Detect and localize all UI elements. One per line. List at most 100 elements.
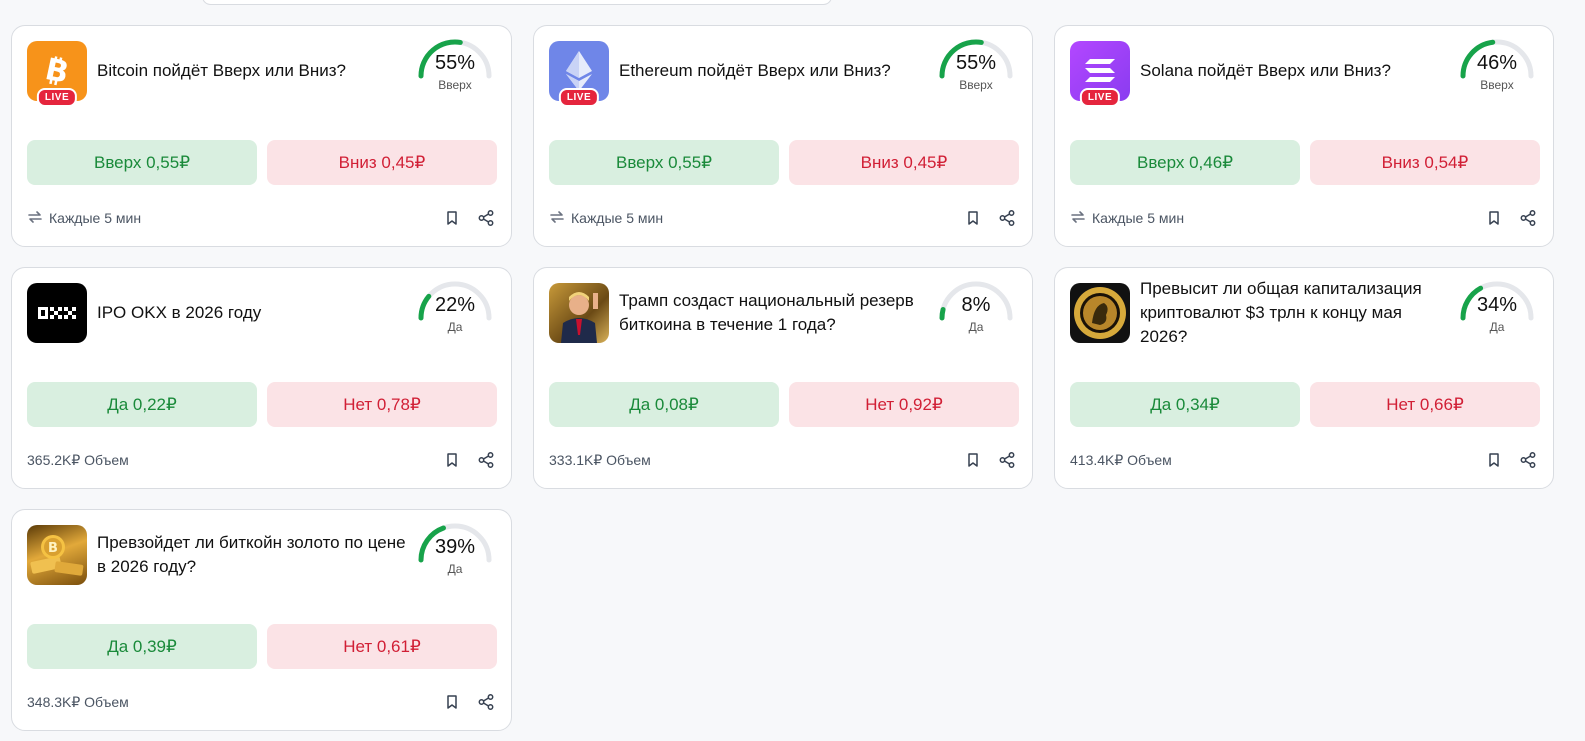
market-card-trump[interactable]: Трамп создаст национальный резерв биткои… [533, 267, 1033, 489]
buy-yes-button[interactable]: Да 0,39₽ [27, 624, 257, 669]
volume-info: 348.3K₽ Объем [27, 694, 129, 711]
market-thumbnail [1070, 283, 1130, 343]
buy-no-button[interactable]: Вниз 0,45₽ [267, 140, 497, 185]
card-footer: 348.3K₽ Объем [27, 690, 496, 714]
buy-no-button[interactable]: Вниз 0,45₽ [789, 140, 1019, 185]
market-card-eth[interactable]: LIVE Ethereum пойдёт Вверх или Вниз? 55%… [533, 25, 1033, 247]
share-icon[interactable] [997, 450, 1017, 470]
card-actions [442, 450, 496, 470]
probability-outcome-label: Да [1489, 320, 1505, 334]
probability-gauge: 8% Да [936, 280, 1016, 340]
bookmark-icon[interactable] [1484, 208, 1504, 228]
buy-yes-button[interactable]: Да 0,08₽ [549, 382, 779, 427]
market-title-text[interactable]: IPO OKX в 2026 году [97, 301, 261, 325]
share-icon[interactable] [997, 208, 1017, 228]
bookmark-icon[interactable] [442, 692, 462, 712]
markets-grid: B LIVE Bitcoin пойдёт Вверх или Вниз? 55… [11, 25, 1554, 731]
volume-info: 365.2K₽ Объем [27, 452, 129, 469]
share-icon[interactable] [1518, 450, 1538, 470]
market-title[interactable]: IPO OKX в 2026 году [97, 283, 407, 343]
probability-percent: 22% [434, 294, 476, 316]
probability-percent: 34% [1476, 294, 1518, 316]
volume-text: 365.2K₽ Объем [27, 451, 129, 468]
card-footer: Каждые 5 мин [549, 206, 1017, 230]
probability-percent: 55% [434, 52, 476, 74]
buy-yes-button[interactable]: Вверх 0,46₽ [1070, 140, 1300, 185]
recurrence-text: Каждые 5 мин [49, 210, 142, 226]
buy-yes-button[interactable]: Да 0,22₽ [27, 382, 257, 427]
bookmark-icon[interactable] [442, 208, 462, 228]
buy-no-button[interactable]: Нет 0,92₽ [789, 382, 1019, 427]
probability-outcome-label: Вверх [438, 78, 472, 92]
card-actions [442, 692, 496, 712]
bookmark-icon[interactable] [963, 208, 983, 228]
volume-text: 413.4K₽ Объем [1070, 451, 1172, 468]
market-title-text[interactable]: Ethereum пойдёт Вверх или Вниз? [619, 59, 891, 83]
card-footer: 333.1K₽ Объем [549, 448, 1017, 472]
bookmark-icon[interactable] [963, 450, 983, 470]
market-thumbnail [549, 283, 609, 343]
recurrence-info: Каждые 5 мин [549, 209, 663, 228]
card-footer: 413.4K₽ Объем [1070, 448, 1538, 472]
svg-text:B: B [48, 541, 58, 556]
market-card-cap[interactable]: Превысит ли общая капитализация криптова… [1054, 267, 1554, 489]
live-badge: LIVE [558, 88, 600, 107]
market-title[interactable]: Превзойдет ли биткойн золото по цене в 2… [97, 525, 407, 585]
recurrence-text: Каждые 5 мин [571, 210, 664, 226]
repeat-icon [549, 209, 565, 228]
buy-no-button[interactable]: Нет 0,78₽ [267, 382, 497, 427]
trump-photo-icon [549, 283, 609, 343]
search-bar-edge[interactable] [202, 0, 832, 5]
share-icon[interactable] [476, 692, 496, 712]
market-title[interactable]: Solana пойдёт Вверх или Вниз? [1140, 41, 1450, 101]
volume-info: 333.1K₽ Объем [549, 452, 651, 469]
probability-percent: 8% [961, 294, 991, 316]
buy-no-button[interactable]: Вниз 0,54₽ [1310, 140, 1540, 185]
market-card-sol[interactable]: LIVE Solana пойдёт Вверх или Вниз? 46% В… [1054, 25, 1554, 247]
market-title[interactable]: Ethereum пойдёт Вверх или Вниз? [619, 41, 929, 101]
repeat-icon [1070, 209, 1086, 228]
live-badge: LIVE [36, 88, 78, 107]
share-icon[interactable] [476, 450, 496, 470]
market-title-text[interactable]: Bitcoin пойдёт Вверх или Вниз? [97, 59, 346, 83]
volume-info: 413.4K₽ Объем [1070, 452, 1172, 469]
buy-yes-button[interactable]: Вверх 0,55₽ [549, 140, 779, 185]
market-card-okx[interactable]: IPO OKX в 2026 году 22% Да Да 0,22₽ Нет … [11, 267, 512, 489]
bookmark-icon[interactable] [1484, 450, 1504, 470]
gold-bitcoin-photo-icon: B [27, 525, 87, 585]
gold-coin-icon [1070, 283, 1130, 343]
probability-percent: 39% [434, 536, 476, 558]
market-title-text[interactable]: Трамп создаст национальный резерв биткои… [619, 289, 929, 337]
buy-yes-button[interactable]: Да 0,34₽ [1070, 382, 1300, 427]
probability-percent: 55% [955, 52, 997, 74]
probability-gauge: 55% Вверх [936, 38, 1016, 98]
market-title[interactable]: Bitcoin пойдёт Вверх или Вниз? [97, 41, 407, 101]
share-icon[interactable] [1518, 208, 1538, 228]
okx-logo-icon [27, 283, 87, 343]
volume-text: 333.1K₽ Объем [549, 451, 651, 468]
market-card-gold[interactable]: B Превзойдет ли биткойн золото по цене в… [11, 509, 512, 731]
live-badge: LIVE [1079, 88, 1121, 107]
market-title[interactable]: Трамп создаст национальный резерв биткои… [619, 283, 929, 343]
probability-outcome-label: Да [447, 320, 463, 334]
card-actions [442, 208, 496, 228]
card-actions [1484, 450, 1538, 470]
probability-gauge: 39% Да [415, 522, 495, 582]
market-card-btc[interactable]: B LIVE Bitcoin пойдёт Вверх или Вниз? 55… [11, 25, 512, 247]
market-title-text[interactable]: Превысит ли общая капитализация криптова… [1140, 277, 1450, 349]
market-title-text[interactable]: Solana пойдёт Вверх или Вниз? [1140, 59, 1391, 83]
market-thumbnail: LIVE [549, 41, 609, 107]
recurrence-info: Каждые 5 мин [1070, 209, 1184, 228]
buy-yes-button[interactable]: Вверх 0,55₽ [27, 140, 257, 185]
bookmark-icon[interactable] [442, 450, 462, 470]
probability-outcome-label: Да [968, 320, 984, 334]
market-title-text[interactable]: Превзойдет ли биткойн золото по цене в 2… [97, 531, 407, 579]
market-thumbnail: B [27, 525, 87, 585]
probability-gauge: 34% Да [1457, 280, 1537, 340]
probability-outcome-label: Да [447, 562, 463, 576]
buy-no-button[interactable]: Нет 0,66₽ [1310, 382, 1540, 427]
buy-no-button[interactable]: Нет 0,61₽ [267, 624, 497, 669]
market-title[interactable]: Превысит ли общая капитализация криптова… [1140, 279, 1450, 346]
card-footer: Каждые 5 мин [1070, 206, 1538, 230]
share-icon[interactable] [476, 208, 496, 228]
